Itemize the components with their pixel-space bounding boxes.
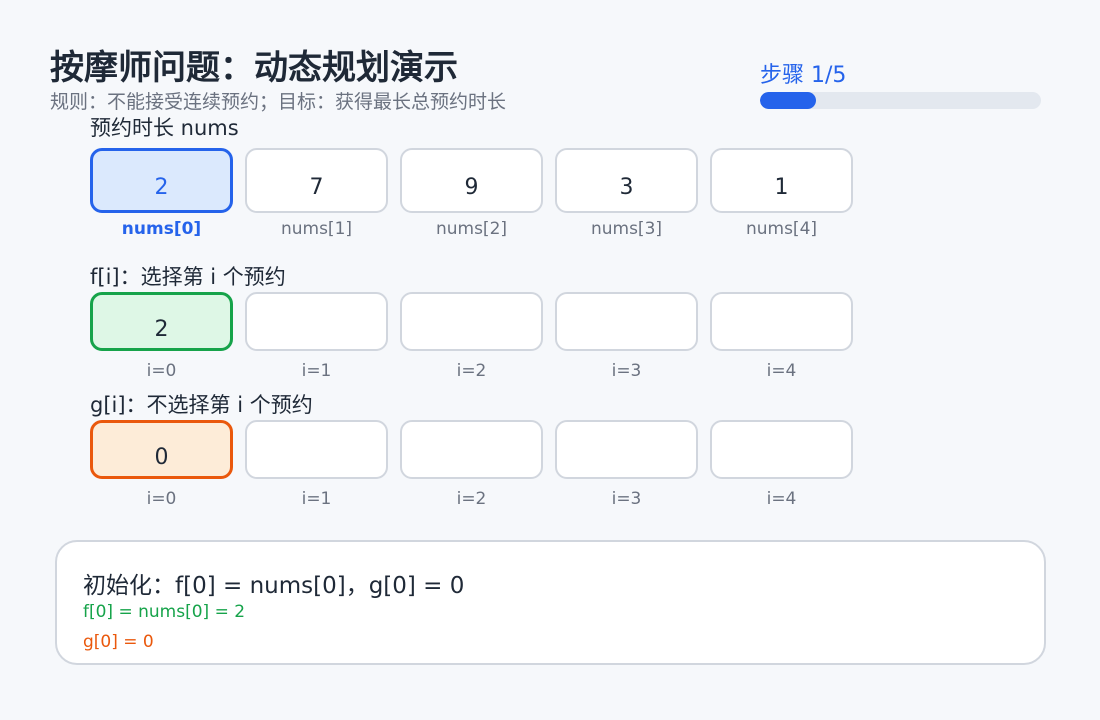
nums-index-label: nums[1] bbox=[280, 219, 353, 239]
progress-bar-fill bbox=[760, 92, 817, 109]
nums-cell: 9 bbox=[400, 148, 543, 213]
nums-cell: 7 bbox=[245, 148, 388, 213]
nums-cell-value: 9 bbox=[464, 175, 479, 200]
f-row: 2 bbox=[90, 292, 860, 372]
nums-index-label: nums[2] bbox=[435, 219, 508, 239]
g-cell bbox=[400, 420, 543, 479]
step-indicator: 步骤 1/5 bbox=[760, 63, 847, 88]
g-section-label: g[i]：不选择第 i 个预约 bbox=[90, 393, 313, 417]
f-cell bbox=[710, 292, 853, 351]
nums-index-label: nums[0] bbox=[121, 219, 202, 239]
f-index-label: i=4 bbox=[766, 361, 797, 381]
g-index-label: i=3 bbox=[611, 489, 642, 509]
f-cell-value: 2 bbox=[154, 317, 169, 342]
page-subtitle: 规则：不能接受连续预约；目标：获得最长总预约时长 bbox=[50, 91, 507, 113]
nums-index-label: nums[4] bbox=[745, 219, 818, 239]
g-index-label: i=4 bbox=[766, 489, 797, 509]
f-cell bbox=[245, 292, 388, 351]
nums-cell-value: 1 bbox=[774, 175, 789, 200]
page-title: 按摩师问题：动态规划演示 bbox=[50, 48, 458, 88]
f-index-label: i=3 bbox=[611, 361, 642, 381]
nums-cell: 1 bbox=[710, 148, 853, 213]
nums-index-label: nums[3] bbox=[590, 219, 663, 239]
explanation-f-line: f[0] = nums[0] = 2 bbox=[83, 602, 246, 622]
f-cell bbox=[400, 292, 543, 351]
f-index-label: i=2 bbox=[456, 361, 487, 381]
g-row: 0 bbox=[90, 420, 860, 500]
f-section-label: f[i]：选择第 i 个预约 bbox=[90, 265, 286, 289]
nums-row: 2 7 9 3 1 bbox=[90, 148, 860, 228]
g-cell-value: 0 bbox=[154, 445, 169, 470]
nums-cell: 3 bbox=[555, 148, 698, 213]
g-cell bbox=[245, 420, 388, 479]
g-index-label: i=2 bbox=[456, 489, 487, 509]
f-index-label: i=1 bbox=[301, 361, 332, 381]
f-index-label: i=0 bbox=[146, 361, 177, 381]
nums-cell-value: 7 bbox=[309, 175, 324, 200]
f-cell: 2 bbox=[90, 292, 233, 351]
explanation-main-text: 初始化：f[0] = nums[0]，g[0] = 0 bbox=[83, 573, 465, 599]
g-cell bbox=[555, 420, 698, 479]
nums-cell-value: 2 bbox=[154, 175, 169, 200]
f-cell bbox=[555, 292, 698, 351]
progress-bar bbox=[760, 92, 1041, 109]
g-cell bbox=[710, 420, 853, 479]
nums-section-label: 预约时长 nums bbox=[90, 116, 239, 140]
nums-cell: 2 bbox=[90, 148, 233, 213]
explanation-g-line: g[0] = 0 bbox=[83, 632, 154, 652]
nums-cell-value: 3 bbox=[619, 175, 634, 200]
g-index-label: i=1 bbox=[301, 489, 332, 509]
explanation-panel: 初始化：f[0] = nums[0]，g[0] = 0 f[0] = nums[… bbox=[55, 540, 1046, 665]
g-index-label: i=0 bbox=[146, 489, 177, 509]
g-cell: 0 bbox=[90, 420, 233, 479]
